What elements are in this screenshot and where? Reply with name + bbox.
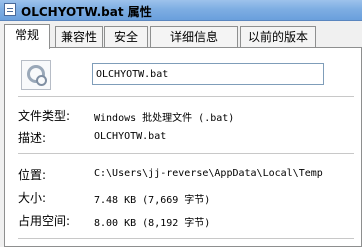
tab-compatibility[interactable]: 兼容性 — [55, 26, 103, 47]
tab-general-label: 常规 — [14, 28, 39, 42]
size-on-disk-label: 占用空间: — [18, 214, 71, 228]
description-value: OLCHYOTW.bat — [94, 131, 167, 142]
tab-compatibility-label: 兼容性 — [60, 30, 97, 44]
tab-details-label: 详细信息 — [169, 30, 218, 44]
separator — [18, 96, 354, 97]
tab-previous-versions-label: 以前的版本 — [247, 30, 308, 44]
location-value: C:\Users\jj-reverse\AppData\Local\Temp — [94, 168, 323, 179]
tab-previous-versions[interactable]: 以前的版本 — [240, 26, 316, 47]
size-value: 7.48 KB (7,669 字节) — [94, 195, 211, 206]
tab-security-label: 安全 — [113, 30, 138, 44]
separator — [18, 238, 354, 239]
location-label: 位置: — [18, 168, 47, 182]
tab-details[interactable]: 详细信息 — [150, 26, 238, 47]
separator — [18, 153, 354, 154]
tab-general[interactable]: 常规 — [4, 24, 50, 49]
file-type-label: 文件类型: — [18, 109, 71, 123]
batch-file-icon — [21, 60, 51, 90]
description-label: 描述: — [18, 131, 47, 145]
file-properties-icon — [4, 3, 16, 16]
title-bar[interactable]: OLCHYOTW.bat 属性 — [0, 0, 362, 21]
size-on-disk-value: 8.00 KB (8,192 字节) — [94, 218, 211, 229]
window-title: OLCHYOTW.bat 属性 — [21, 5, 152, 19]
file-name-input[interactable] — [92, 63, 324, 85]
small-gear-icon — [36, 75, 47, 86]
tab-security[interactable]: 安全 — [104, 26, 148, 47]
file-type-value: Windows 批处理文件 (.bat) — [94, 113, 235, 124]
size-label: 大小: — [18, 191, 47, 205]
